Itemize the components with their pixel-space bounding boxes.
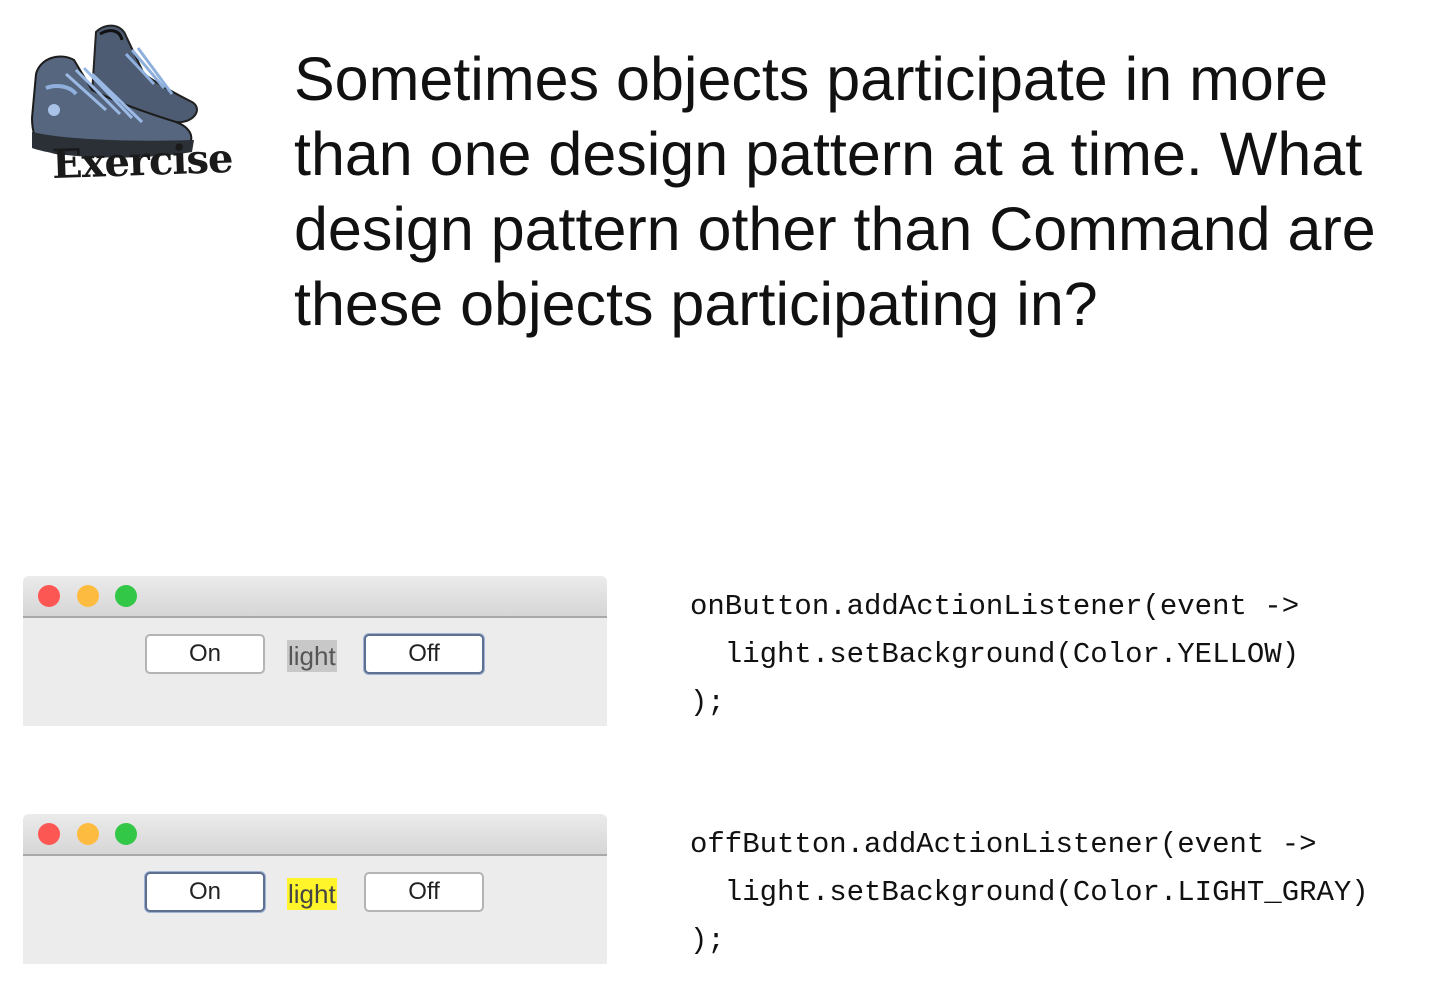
window-titlebar	[23, 576, 607, 618]
demo-window-light-gray: On light Off	[23, 576, 607, 726]
off-button[interactable]: Off	[364, 872, 484, 912]
on-button[interactable]: On	[145, 872, 265, 912]
off-button-listener-code: offButton.addActionListener(event -> lig…	[690, 828, 1369, 957]
exercise-label: Exercise	[51, 134, 234, 189]
off-button[interactable]: Off	[364, 634, 484, 674]
window-body: On light Off	[23, 856, 607, 964]
question-text: Sometimes objects participate in more th…	[294, 45, 1376, 338]
close-window-button[interactable]	[38, 585, 60, 607]
close-window-button[interactable]	[38, 823, 60, 845]
light-label: light	[287, 640, 337, 672]
minimize-window-button[interactable]	[77, 585, 99, 607]
zoom-window-button[interactable]	[115, 823, 137, 845]
on-button-listener-code: onButton.addActionListener(event -> ligh…	[690, 590, 1300, 719]
window-body: On light Off	[23, 618, 607, 726]
on-button[interactable]: On	[145, 634, 265, 674]
window-titlebar	[23, 814, 607, 856]
minimize-window-button[interactable]	[77, 823, 99, 845]
demo-window-yellow: On light Off	[23, 814, 607, 964]
light-label: light	[287, 878, 337, 910]
zoom-window-button[interactable]	[115, 585, 137, 607]
